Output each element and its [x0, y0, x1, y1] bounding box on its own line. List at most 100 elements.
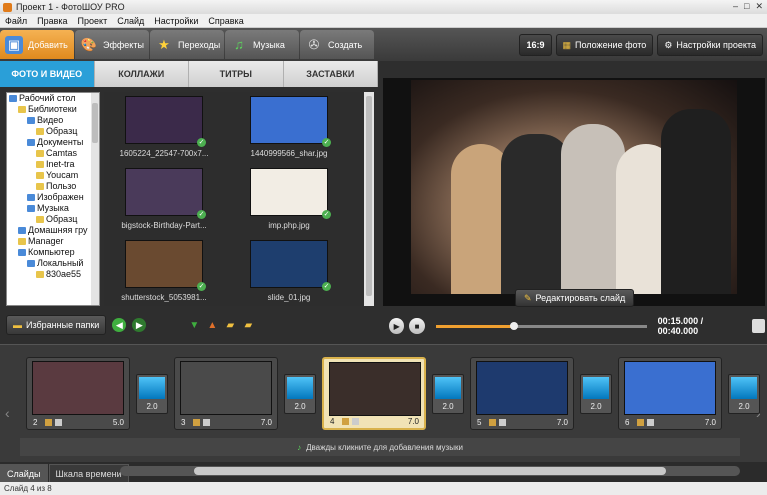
- transition-thumbnail: [287, 377, 313, 399]
- transition-thumbnail: [435, 377, 461, 399]
- menu-file[interactable]: Файл: [0, 16, 32, 26]
- transition-card[interactable]: 2.0: [580, 374, 612, 414]
- file-item[interactable]: ✓ bigstock-Birthday-Part...: [109, 168, 219, 230]
- sound-icon[interactable]: [499, 419, 506, 426]
- tree-node[interactable]: Изображен: [7, 192, 99, 203]
- transition-duration: 2.0: [738, 402, 750, 411]
- stop-button[interactable]: ■: [409, 318, 425, 334]
- library-actions: ▬ Избранные папки ◀ ▶ ▼ ▲ ▰ ▰: [0, 310, 378, 340]
- edit-icon[interactable]: [342, 418, 349, 425]
- tab-create[interactable]: ✇ Создать: [300, 30, 374, 59]
- slide-card[interactable]: 6 7.0: [618, 357, 722, 430]
- tab-effects[interactable]: 🎨 Эффекты: [75, 30, 149, 59]
- sound-icon[interactable]: [647, 419, 654, 426]
- tree-node[interactable]: Документы: [7, 137, 99, 148]
- tree-scroll-thumb[interactable]: [92, 103, 98, 143]
- check-icon: ✓: [197, 138, 206, 147]
- transition-card[interactable]: 2.0: [136, 374, 168, 414]
- folder-icon: ▬: [13, 320, 22, 330]
- tab-transitions[interactable]: ★ Переходы: [150, 30, 224, 59]
- sound-icon[interactable]: [203, 419, 210, 426]
- timeline-scroll-thumb[interactable]: [194, 467, 666, 475]
- tab-transitions-label: Переходы: [178, 39, 221, 50]
- play-button[interactable]: ▶: [389, 318, 405, 334]
- tree-node[interactable]: Компьютер: [7, 247, 99, 258]
- tree-node[interactable]: Образц: [7, 214, 99, 225]
- menu-settings[interactable]: Настройки: [149, 16, 203, 26]
- tree-node[interactable]: Домашняя гру: [7, 225, 99, 236]
- new-folder-icon[interactable]: ▰: [242, 319, 254, 331]
- file-item[interactable]: ✓ 1440999566_shar.jpg: [234, 96, 344, 158]
- slide-thumbnail: [32, 361, 124, 415]
- tree-node[interactable]: Manager: [7, 236, 99, 247]
- favorites-button[interactable]: ▬ Избранные папки: [6, 315, 107, 335]
- arrow-down-icon[interactable]: ▼: [188, 319, 200, 331]
- edit-icon[interactable]: [489, 419, 496, 426]
- edit-slide-button[interactable]: ✎ Редактировать слайд: [515, 289, 635, 307]
- tree-node[interactable]: Youcam: [7, 170, 99, 181]
- slide-card[interactable]: 4 7.0: [322, 357, 426, 430]
- files-scrollbar[interactable]: [364, 92, 374, 306]
- folder-icon: [36, 150, 44, 157]
- tree-node[interactable]: Локальный: [7, 258, 99, 269]
- slide-card[interactable]: 3 7.0: [174, 357, 278, 430]
- menu-slide[interactable]: Слайд: [112, 16, 149, 26]
- arrow-up-icon[interactable]: ▲: [206, 319, 218, 331]
- file-item[interactable]: ✓ 1605224_22547-700x7...: [109, 96, 219, 158]
- slide-card[interactable]: 2 5.0: [26, 357, 130, 430]
- tab-timeline[interactable]: Шкала времени: [48, 464, 129, 482]
- folder-open-icon[interactable]: ▰: [224, 319, 236, 331]
- back-arrow-icon[interactable]: ◀: [112, 318, 127, 332]
- transition-card[interactable]: 2.0: [432, 374, 464, 414]
- menu-edit[interactable]: Правка: [32, 16, 72, 26]
- minimize-button[interactable]: –: [733, 1, 738, 12]
- tree-scrollbar[interactable]: [91, 93, 99, 305]
- playback-slider[interactable]: [435, 321, 647, 330]
- aspect-ratio-button[interactable]: 16:9: [519, 34, 552, 56]
- photo-position-button[interactable]: ▦ Положение фото: [555, 34, 654, 56]
- subtab-intros[interactable]: ЗАСТАВКИ: [284, 61, 378, 87]
- project-settings-button[interactable]: ⚙ Настройки проекта: [657, 34, 763, 56]
- tab-music[interactable]: ♫ Музыка: [225, 30, 299, 59]
- tree-node[interactable]: Библиотеки: [7, 104, 99, 115]
- timeline-scrollbar[interactable]: [120, 466, 740, 476]
- tree-node[interactable]: Пользо: [7, 181, 99, 192]
- tree-node[interactable]: Camtas: [7, 148, 99, 159]
- edit-icon[interactable]: [637, 419, 644, 426]
- edit-icon[interactable]: [45, 419, 52, 426]
- tree-node[interactable]: Образц: [7, 126, 99, 137]
- sound-icon[interactable]: [55, 419, 62, 426]
- edit-icon[interactable]: [193, 419, 200, 426]
- tree-node[interactable]: Рабочий стол: [7, 93, 99, 104]
- folder-tree[interactable]: Рабочий стол Библиотеки Видео Образц Докумен…: [6, 92, 100, 306]
- subtab-titles[interactable]: ТИТРЫ: [189, 61, 284, 87]
- tree-node[interactable]: Inet-tra: [7, 159, 99, 170]
- playback-knob[interactable]: [509, 321, 518, 330]
- transition-card[interactable]: 2.0: [284, 374, 316, 414]
- photo-position-label: Положение фото: [575, 40, 647, 50]
- file-item[interactable]: ✓ slide_01.jpg: [234, 240, 344, 302]
- file-item[interactable]: ✓ shutterstock_5053981...: [109, 240, 219, 302]
- sound-icon[interactable]: [352, 418, 359, 425]
- tree-node[interactable]: Видео: [7, 115, 99, 126]
- menu-project[interactable]: Проект: [73, 16, 113, 26]
- menu-help[interactable]: Справка: [203, 16, 248, 26]
- tab-slides[interactable]: Слайды: [0, 464, 48, 482]
- tree-node[interactable]: Музыка: [7, 203, 99, 214]
- subtab-photo-video[interactable]: ФОТО И ВИДЕО: [0, 61, 95, 87]
- maximize-button[interactable]: □: [744, 1, 749, 12]
- preview-photo: [411, 80, 737, 294]
- scroll-left-icon[interactable]: ‹: [5, 405, 10, 421]
- transition-card[interactable]: 2.0: [728, 374, 760, 414]
- close-button[interactable]: ✕: [755, 1, 763, 12]
- files-scroll-thumb[interactable]: [366, 96, 372, 296]
- music-track[interactable]: ♪ Дважды кликните для добавления музыки: [20, 438, 740, 456]
- slide-card[interactable]: 5 7.0: [470, 357, 574, 430]
- tab-add[interactable]: ▣ Добавить: [0, 30, 74, 59]
- subtab-collages[interactable]: КОЛЛАЖИ: [95, 61, 189, 87]
- tree-node[interactable]: 830ae55: [7, 269, 99, 280]
- fullscreen-icon[interactable]: [751, 319, 765, 333]
- file-item[interactable]: ✓ imp.php.jpg: [234, 168, 344, 230]
- forward-arrow-icon[interactable]: ▶: [132, 318, 147, 332]
- tree-node-label: Локальный: [37, 258, 84, 268]
